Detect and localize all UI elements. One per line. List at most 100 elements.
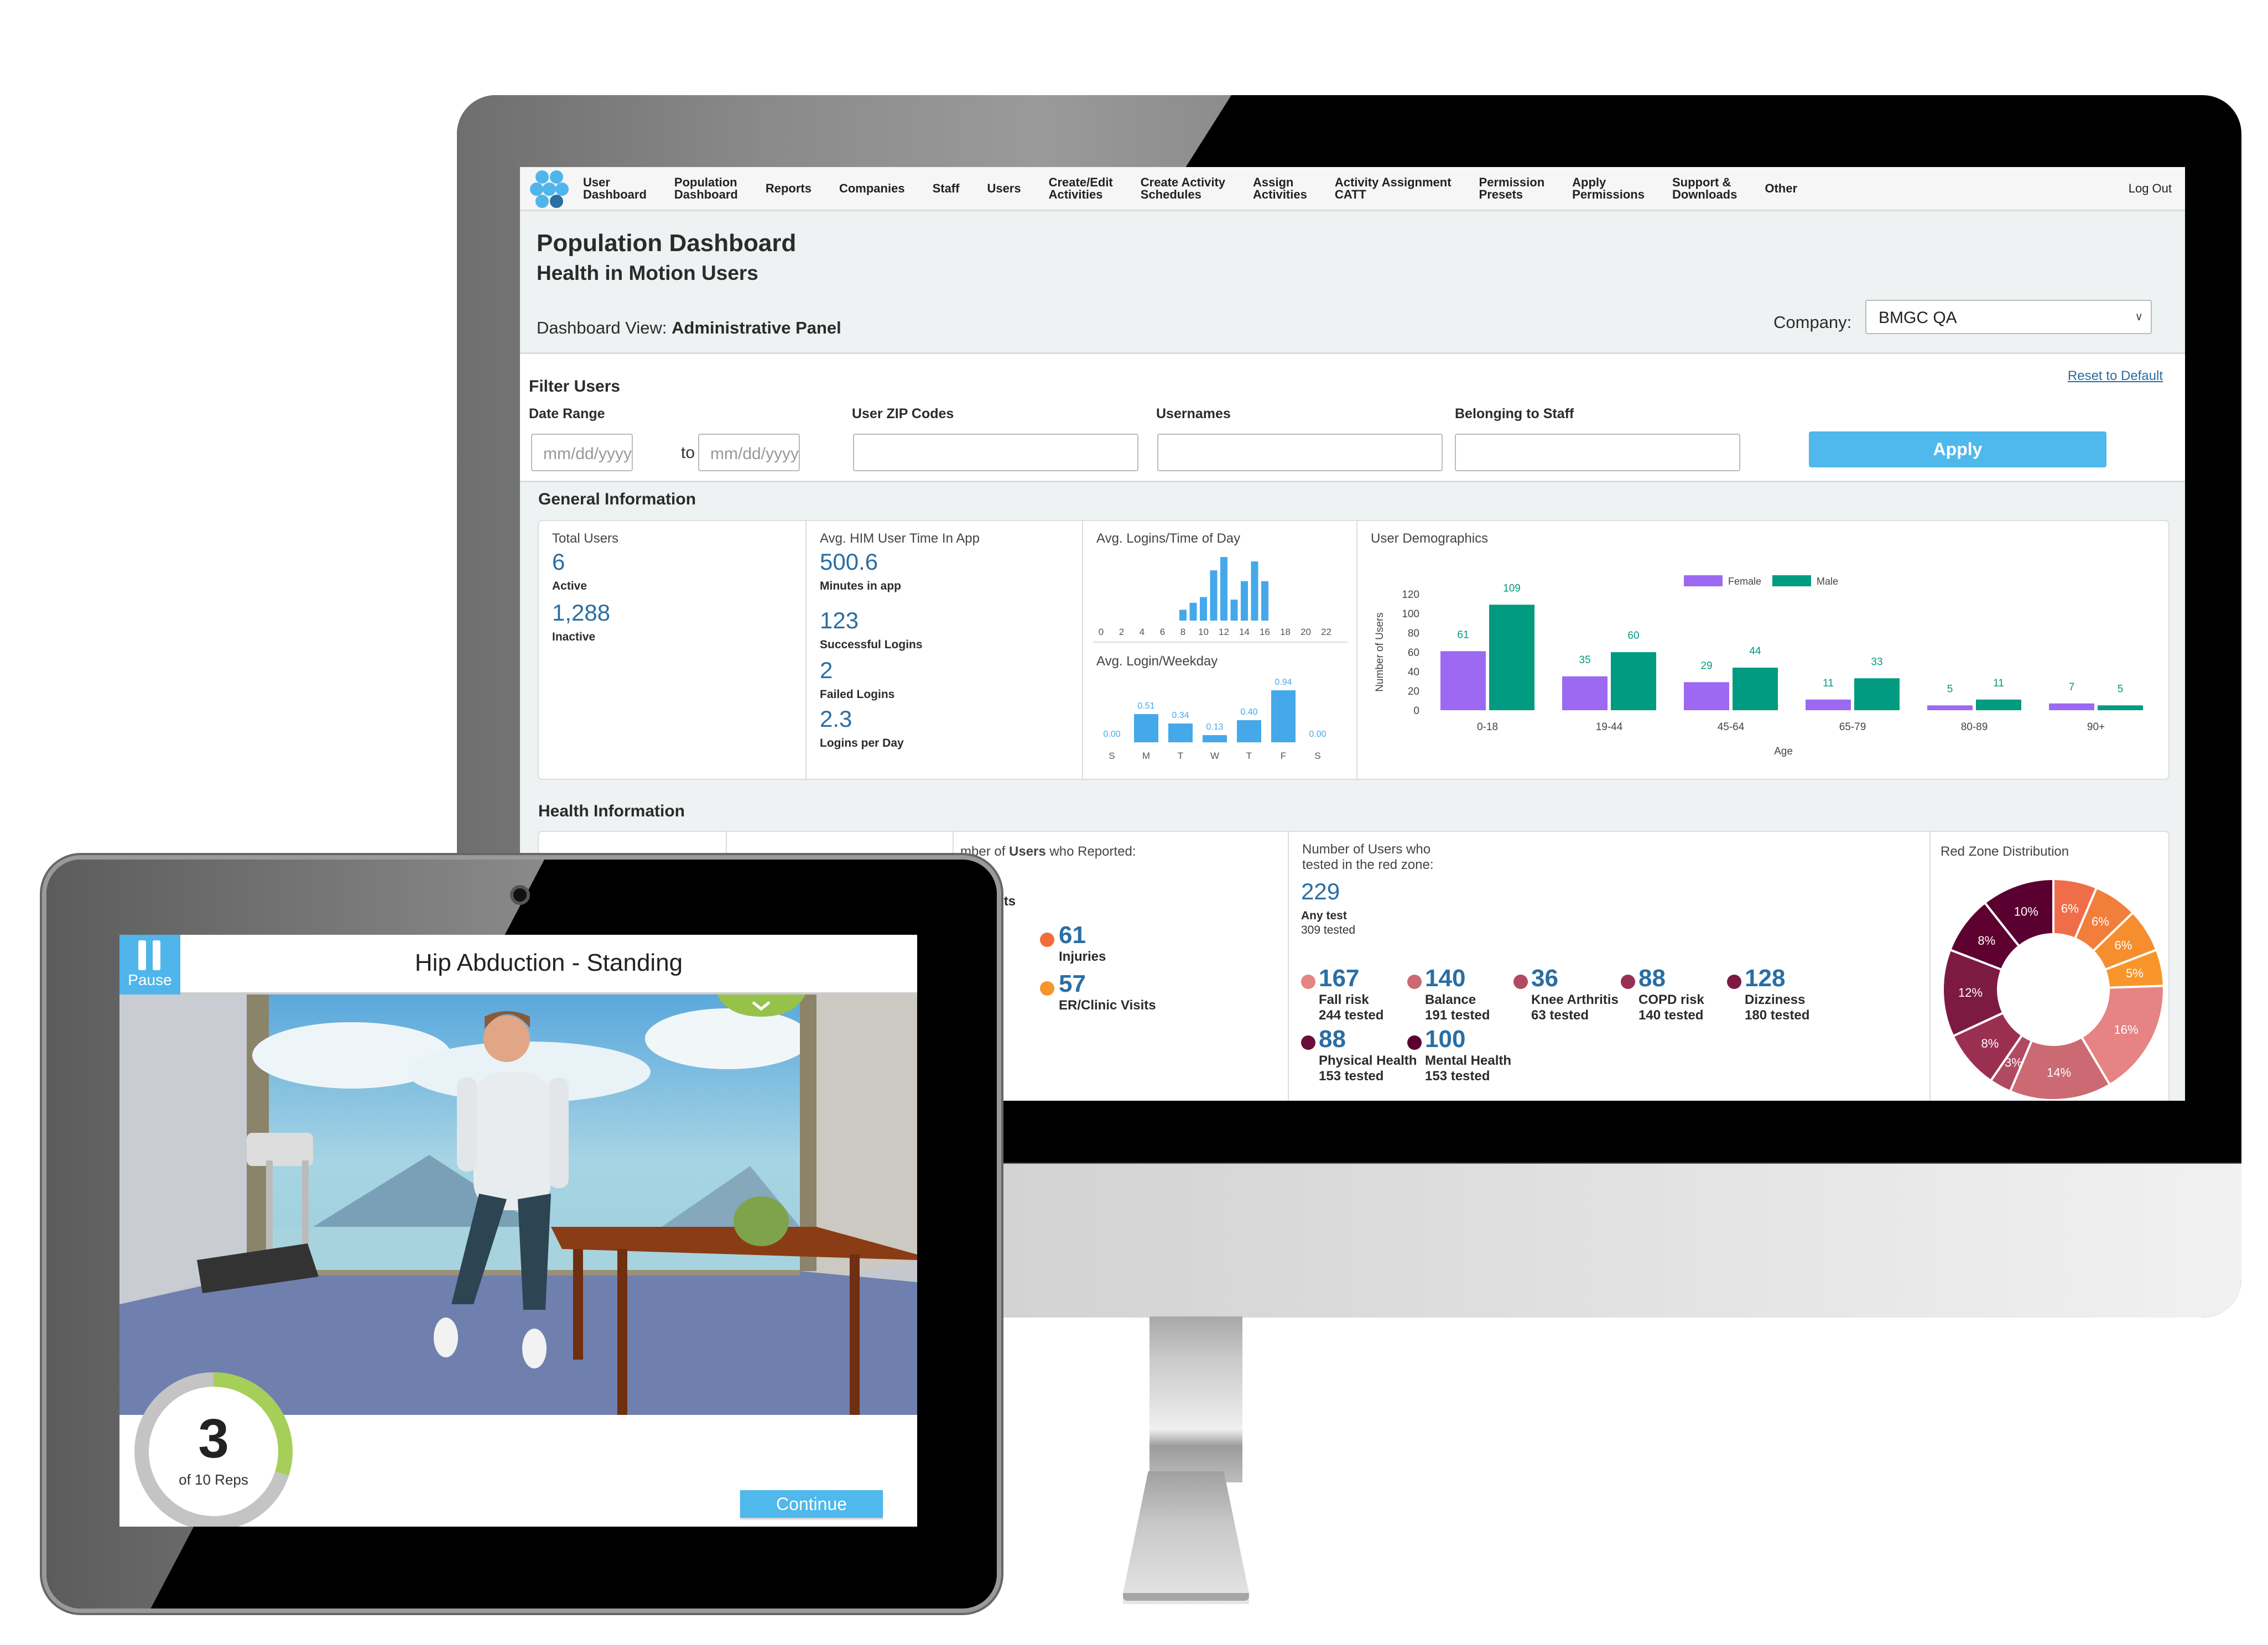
active-users-value: 6: [552, 549, 565, 575]
nav-item-apply-permissions[interactable]: Apply Permissions: [1572, 176, 1645, 201]
failed-logins-value: 2: [820, 657, 833, 683]
apply-button[interactable]: Apply: [1809, 431, 2106, 467]
injuries-label: Injuries: [1059, 949, 1106, 964]
company-select[interactable]: BMGC QA ∨: [1865, 300, 2152, 334]
demographics-bar-male: [1976, 699, 2021, 710]
minutes-value: 500.6: [820, 549, 878, 575]
donut-slice-label: 5%: [2126, 966, 2144, 980]
nav-item-create-edit-activities[interactable]: Create/Edit Activities: [1049, 176, 1113, 201]
weekday-tick: W: [1210, 751, 1219, 761]
nav-item-permission-presets[interactable]: Permission Presets: [1479, 176, 1545, 201]
nav-item-user-dashboard[interactable]: User Dashboard: [583, 176, 647, 201]
time-of-day-bar: [1251, 561, 1258, 621]
nav-item-users[interactable]: Users: [987, 182, 1021, 195]
time-of-day-tick: 0: [1099, 627, 1104, 637]
successful-logins-label: Successful Logins: [820, 638, 923, 651]
demographics-value-label: 35: [1579, 654, 1590, 666]
demographics-x-label: Age: [1774, 746, 1793, 757]
nav-item-other[interactable]: Other: [1765, 182, 1797, 195]
nav-item-companies[interactable]: Companies: [839, 182, 905, 195]
date-from-input[interactable]: mm/dd/yyyy: [531, 434, 633, 471]
active-users-label: Active: [552, 580, 587, 592]
demographics-bar-male: [1733, 668, 1778, 710]
monitor-stand-base-edge: [1123, 1593, 1249, 1601]
company-label: Company:: [1773, 313, 1852, 332]
red-zone-item-tested: 63 tested: [1531, 1008, 1589, 1023]
red-zone-item-value: 140: [1425, 965, 1466, 992]
staff-input[interactable]: [1455, 434, 1740, 471]
page-subtitle: Health in Motion Users: [537, 262, 758, 284]
red-zone-distribution-title: Red Zone Distribution: [1941, 844, 2069, 859]
monitor-stand-base: [1123, 1471, 1249, 1604]
red-zone-item-value: 88: [1638, 965, 1666, 992]
pause-label: Pause: [128, 971, 172, 988]
chevron-down-icon: ∨: [2135, 311, 2143, 323]
filter-users-panel: Reset to Default Filter Users Date Range…: [520, 354, 2185, 482]
minutes-label: Minutes in app: [820, 580, 901, 592]
to-label: to: [681, 444, 695, 462]
tablet-frame: Pause Hip Abduction - Standing Continue …: [42, 855, 1001, 1613]
pause-button[interactable]: Pause: [119, 935, 180, 995]
nav-item-create-activity-schedules[interactable]: Create Activity Schedules: [1141, 176, 1225, 201]
rep-current: 3: [198, 1408, 229, 1470]
logins-per-day-label: Logins per Day: [820, 737, 904, 749]
health-information-title: Health Information: [538, 802, 685, 820]
zip-codes-input[interactable]: [853, 434, 1138, 471]
demographics-value-label: 29: [1700, 660, 1712, 671]
weekday-value-label: 0.51: [1137, 701, 1154, 711]
donut-slice-label: 8%: [1978, 934, 1995, 948]
donut-slice-label: 16%: [2114, 1023, 2139, 1037]
logout-link[interactable]: Log Out: [2129, 181, 2172, 196]
exercise-scene-illustration: [119, 995, 917, 1415]
demographics-value-label: 7: [2069, 681, 2075, 693]
exercise-title: Hip Abduction - Standing: [414, 949, 683, 976]
filter-title: Filter Users: [529, 377, 621, 395]
nav-item-assign-activities[interactable]: Assign Activities: [1253, 176, 1307, 201]
usernames-input[interactable]: [1157, 434, 1443, 471]
demographics-y-tick: 40: [1408, 667, 1419, 678]
time-of-day-bar: [1200, 597, 1207, 621]
demographics-y-tick: 20: [1408, 686, 1419, 697]
red-zone-item-label: COPD risk: [1638, 992, 1704, 1007]
weekday-chart: 0.00 S 0.51 M 0.34 T 0.13 W 0.40 T 0.94 F 0.00 S: [1103, 678, 1326, 761]
red-zone-item-value: 88: [1319, 1025, 1346, 1053]
rep-counter: 3 of 10 Reps: [131, 1368, 296, 1527]
reported-title: mber of Users who Reported:: [960, 844, 1136, 860]
red-zone-item-value: 100: [1425, 1025, 1466, 1053]
demographics-value-label: 44: [1749, 645, 1761, 657]
time-of-day-tick: 14: [1239, 627, 1250, 637]
reported-events-card: mber of Users who Reported: h Events 1 l…: [954, 832, 1289, 1101]
injuries-dot-icon: [1040, 933, 1054, 947]
date-to-input[interactable]: mm/dd/yyyy: [698, 434, 800, 471]
company-select-value: BMGC QA: [1879, 309, 1957, 327]
dashboard-view-value: Administrative Panel: [672, 318, 841, 337]
nav-menu: User Dashboard Population Dashboard Report…: [583, 176, 1825, 201]
app-logo-icon[interactable]: [530, 169, 569, 208]
demographics-chart: 0 20 40 60 80 100 120 Number of Users 61 109 0-18 3…: [1374, 575, 2143, 757]
donut-slice-label: 14%: [2047, 1066, 2071, 1080]
demographics-bar-male: [2098, 705, 2143, 710]
nav-item-support-downloads[interactable]: Support & Downloads: [1672, 176, 1737, 201]
time-of-day-tick: 8: [1180, 627, 1185, 637]
time-of-day-tick: 18: [1280, 627, 1291, 637]
inactive-users-value: 1,288: [552, 600, 611, 626]
nav-item-activity-assignment-catt[interactable]: Activity Assignment CATT: [1335, 176, 1452, 201]
nav-item-reports[interactable]: Reports: [766, 182, 812, 195]
weekday-bar: [1203, 735, 1227, 742]
time-of-day-tick: 16: [1260, 627, 1270, 637]
weekday-value-label: 0.00: [1103, 730, 1120, 739]
weekday-bar: [1134, 714, 1158, 742]
weekday-tick: T: [1178, 751, 1183, 761]
failed-logins-label: Failed Logins: [820, 688, 895, 701]
red-zone-item-label: Dizziness: [1745, 992, 1806, 1007]
nav-item-population-dashboard[interactable]: Population Dashboard: [674, 176, 738, 201]
donut-slice-label: 10%: [2014, 904, 2038, 918]
red-zone-donut-chart: 6%6%6%5%16%14%3%8%12%8%10%: [1942, 877, 2165, 1101]
reset-to-default-link[interactable]: Reset to Default: [2068, 368, 2163, 384]
red-zone-card: Number of Users who tested in the red zo…: [1289, 832, 1931, 1101]
continue-button[interactable]: Continue: [740, 1490, 883, 1518]
red-zone-dot-icon: [1621, 975, 1635, 989]
exercise-app-screen: Pause Hip Abduction - Standing Continue …: [119, 935, 917, 1527]
nav-item-staff[interactable]: Staff: [933, 182, 960, 195]
weekday-value-label: 0.00: [1309, 730, 1326, 739]
